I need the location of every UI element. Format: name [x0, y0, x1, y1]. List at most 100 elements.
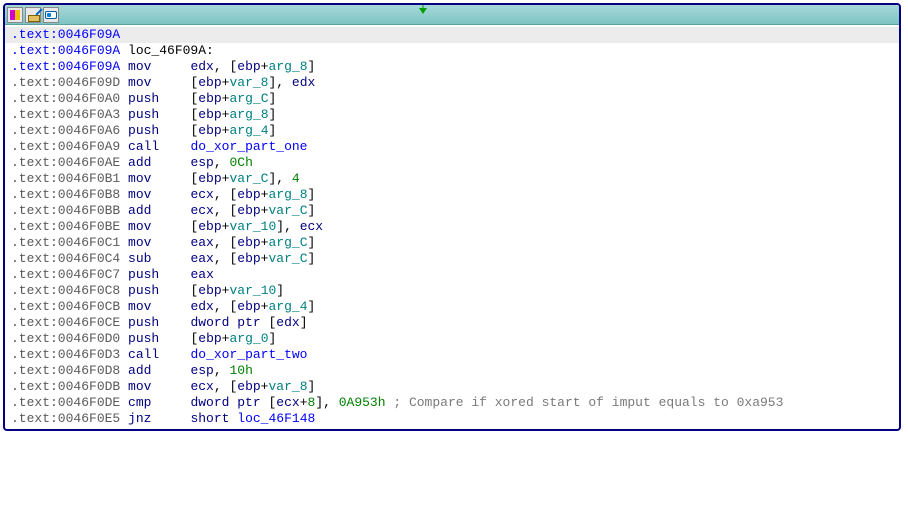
- disasm-line[interactable]: .text:0046F0CE push dword ptr [edx]: [5, 315, 899, 331]
- token-plain: [159, 267, 190, 282]
- disasm-line[interactable]: .text:0046F09A: [5, 27, 899, 43]
- address[interactable]: .text:0046F0D3: [11, 347, 120, 362]
- disasm-line[interactable]: .text:0046F0DB mov ecx, [ebp+var_8]: [5, 379, 899, 395]
- token-reg: esp: [190, 155, 213, 170]
- disasm-line[interactable]: .text:0046F0B1 mov [ebp+var_C], 4: [5, 171, 899, 187]
- token-reg: ecx: [276, 395, 299, 410]
- address[interactable]: .text:0046F0BB: [11, 203, 120, 218]
- token-plain: +: [300, 395, 308, 410]
- token-inst: add: [128, 155, 151, 170]
- address[interactable]: .text:0046F0CB: [11, 299, 120, 314]
- token-plain: , [: [214, 379, 237, 394]
- disasm-line[interactable]: .text:0046F0E5 jnz short loc_46F148: [5, 411, 899, 427]
- token-inst: cmp: [128, 395, 151, 410]
- disasm-line[interactable]: .text:0046F0D3 call do_xor_part_two: [5, 347, 899, 363]
- disasm-line[interactable]: .text:0046F0C1 mov eax, [ebp+arg_C]: [5, 235, 899, 251]
- token-plain: [: [159, 123, 198, 138]
- address[interactable]: .text:0046F0D0: [11, 331, 120, 346]
- disasm-line[interactable]: .text:0046F09A loc_46F09A:: [5, 43, 899, 59]
- address[interactable]: .text:0046F0C8: [11, 283, 120, 298]
- token-func: loc_46F148: [237, 411, 315, 426]
- address[interactable]: .text:0046F0B8: [11, 187, 120, 202]
- address[interactable]: .text:0046F0A6: [11, 123, 120, 138]
- token-var: var_8: [268, 379, 307, 394]
- token-plain: [120, 315, 128, 330]
- token-plain: ],: [315, 395, 338, 410]
- address[interactable]: .text:0046F09A: [11, 59, 120, 74]
- token-plain: [120, 155, 128, 170]
- token-reg: ebp: [198, 75, 221, 90]
- address[interactable]: .text:0046F09A: [11, 27, 120, 42]
- address[interactable]: .text:0046F09D: [11, 75, 120, 90]
- address[interactable]: .text:0046F0AE: [11, 155, 120, 170]
- disasm-line[interactable]: .text:0046F0A3 push [ebp+arg_8]: [5, 107, 899, 123]
- token-inst: short: [190, 411, 229, 426]
- token-plain: ]: [308, 235, 316, 250]
- token-plain: [120, 219, 128, 234]
- disasm-line[interactable]: .text:0046F0C7 push eax: [5, 267, 899, 283]
- token-plain: [151, 363, 190, 378]
- disasm-line[interactable]: .text:0046F0A0 push [ebp+arg_C]: [5, 91, 899, 107]
- address[interactable]: .text:0046F0CE: [11, 315, 120, 330]
- token-inst: mov: [128, 171, 151, 186]
- address[interactable]: .text:0046F0C4: [11, 251, 120, 266]
- token-plain: ]: [300, 315, 308, 330]
- token-var: var_C: [268, 203, 307, 218]
- token-var: arg_8: [268, 59, 307, 74]
- token-reg: esp: [190, 363, 213, 378]
- token-lbl: loc_46F09A:: [120, 43, 214, 58]
- token-plain: [159, 315, 190, 330]
- token-plain: [151, 59, 190, 74]
- token-inst: sub: [128, 251, 151, 266]
- token-plain: ,: [214, 363, 230, 378]
- address[interactable]: .text:0046F0C1: [11, 235, 120, 250]
- token-reg: ebp: [237, 251, 260, 266]
- disasm-line[interactable]: .text:0046F0C8 push [ebp+var_10]: [5, 283, 899, 299]
- token-inst: push: [128, 331, 159, 346]
- disasm-line[interactable]: .text:0046F0BE mov [ebp+var_10], ecx: [5, 219, 899, 235]
- disasm-line[interactable]: .text:0046F0A6 push [ebp+arg_4]: [5, 123, 899, 139]
- token-reg: ebp: [237, 187, 260, 202]
- address[interactable]: .text:0046F0A0: [11, 91, 120, 106]
- address[interactable]: .text:0046F0B1: [11, 171, 120, 186]
- colors-icon: [10, 10, 20, 20]
- disasm-line[interactable]: .text:0046F0BB add ecx, [ebp+var_C]: [5, 203, 899, 219]
- disasm-line[interactable]: .text:0046F0CB mov edx, [ebp+arg_4]: [5, 299, 899, 315]
- token-plain: ]: [269, 331, 277, 346]
- disasm-content[interactable]: .text:0046F09A.text:0046F09A loc_46F09A:…: [5, 25, 899, 429]
- token-plain: [151, 203, 190, 218]
- disasm-line[interactable]: .text:0046F0D0 push [ebp+arg_0]: [5, 331, 899, 347]
- colors-button[interactable]: [7, 7, 23, 23]
- address[interactable]: .text:0046F0E5: [11, 411, 120, 426]
- disasm-line[interactable]: .text:0046F0DE cmp dword ptr [ecx+8], 0A…: [5, 395, 899, 411]
- address[interactable]: .text:0046F0A3: [11, 107, 120, 122]
- disasm-line[interactable]: .text:0046F0AE add esp, 0Ch: [5, 155, 899, 171]
- disasm-line[interactable]: .text:0046F0C4 sub eax, [ebp+var_C]: [5, 251, 899, 267]
- token-plain: [120, 75, 128, 90]
- token-cmt: ; Compare if xored start of imput equals…: [393, 395, 783, 410]
- address[interactable]: .text:0046F0C7: [11, 267, 120, 282]
- token-reg: edx: [276, 315, 299, 330]
- toggle-button[interactable]: [43, 7, 59, 23]
- token-inst: push: [128, 267, 159, 282]
- address[interactable]: .text:0046F0BE: [11, 219, 120, 234]
- token-plain: [159, 139, 190, 154]
- token-reg: ebp: [198, 331, 221, 346]
- token-reg: ebp: [237, 59, 260, 74]
- token-plain: , [: [214, 235, 237, 250]
- address[interactable]: .text:0046F0A9: [11, 139, 120, 154]
- token-plain: [120, 187, 128, 202]
- token-plain: ],: [268, 75, 291, 90]
- token-plain: ]: [276, 283, 284, 298]
- edit-button[interactable]: [25, 7, 41, 23]
- disasm-line[interactable]: .text:0046F0A9 call do_xor_part_one: [5, 139, 899, 155]
- disasm-line[interactable]: .text:0046F0D8 add esp, 10h: [5, 363, 899, 379]
- disasm-window: .text:0046F09A.text:0046F09A loc_46F09A:…: [3, 3, 901, 431]
- address[interactable]: .text:0046F09A: [11, 43, 120, 58]
- address[interactable]: .text:0046F0DB: [11, 379, 120, 394]
- disasm-line[interactable]: .text:0046F09D mov [ebp+var_8], edx: [5, 75, 899, 91]
- disasm-line[interactable]: .text:0046F09A mov edx, [ebp+arg_8]: [5, 59, 899, 75]
- address[interactable]: .text:0046F0DE: [11, 395, 120, 410]
- disasm-line[interactable]: .text:0046F0B8 mov ecx, [ebp+arg_8]: [5, 187, 899, 203]
- address[interactable]: .text:0046F0D8: [11, 363, 120, 378]
